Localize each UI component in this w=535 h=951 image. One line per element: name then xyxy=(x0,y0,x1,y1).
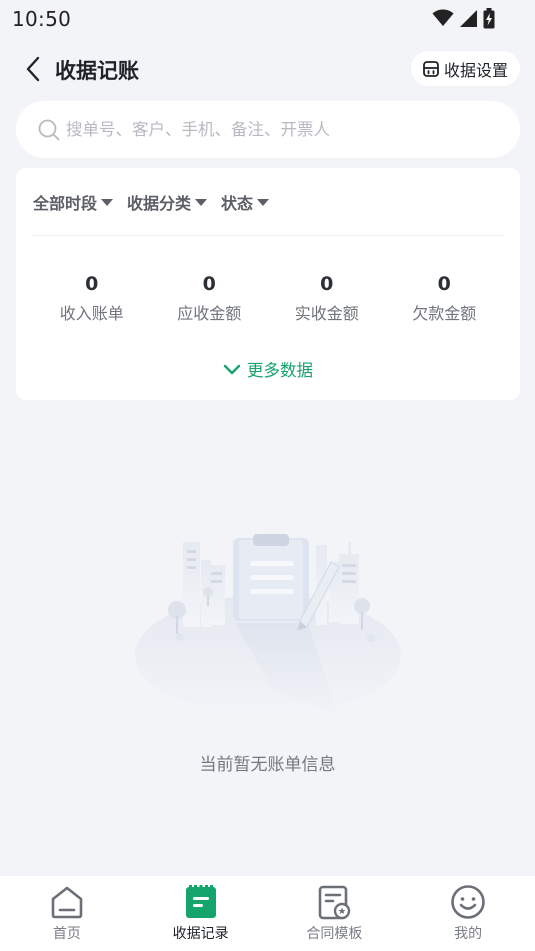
status-bar: 10:50 xyxy=(0,0,535,38)
filter-category-dropdown[interactable]: 收据分类 xyxy=(127,190,208,214)
nav-label: 我的 xyxy=(454,926,483,942)
search-bar[interactable] xyxy=(16,101,520,158)
stat-label: 收入账单 xyxy=(59,304,124,323)
stat-arrears: 0 欠款金额 xyxy=(386,272,504,324)
page-title: 收据记账 xyxy=(55,59,139,83)
app-header: 收据记账 收据设置 xyxy=(0,42,535,96)
caret-down-icon xyxy=(257,198,270,206)
stat-value: 0 xyxy=(320,273,334,295)
nav-label: 合同模板 xyxy=(306,926,363,942)
profile-icon xyxy=(451,885,485,919)
filter-period-label: 全部时段 xyxy=(33,194,98,213)
filter-period-dropdown[interactable]: 全部时段 xyxy=(33,190,114,214)
more-data-label: 更多数据 xyxy=(247,361,313,380)
stat-value: 0 xyxy=(437,273,451,295)
stats-row: 0 收入账单 0 应收金额 0 实收金额 0 欠款金额 xyxy=(33,272,503,324)
stat-receivable: 0 应收金额 xyxy=(151,272,269,324)
settings-icon xyxy=(423,60,439,77)
status-icons xyxy=(432,7,495,29)
receipt-settings-label: 收据设置 xyxy=(443,60,508,80)
stat-label: 欠款金额 xyxy=(412,304,477,323)
empty-state-message: 当前暂无账单信息 xyxy=(199,755,336,775)
nav-item-contract-templates[interactable]: 合同模板 xyxy=(268,876,402,951)
receipt-record-icon xyxy=(185,885,216,918)
empty-state-illustration xyxy=(135,534,401,715)
bottom-navigation: 首页 收据记录 合同模板 我的 xyxy=(0,876,535,951)
signal-icon xyxy=(460,9,477,27)
stat-value: 0 xyxy=(202,273,216,295)
stat-value: 0 xyxy=(85,273,99,295)
nav-label: 首页 xyxy=(52,926,81,942)
filter-category-label: 收据分类 xyxy=(127,194,192,213)
battery-charging-icon xyxy=(483,7,495,28)
search-input[interactable] xyxy=(66,120,486,139)
filter-bar: 全部时段 收据分类 状态 xyxy=(33,190,270,214)
filter-status-label: 状态 xyxy=(221,194,254,213)
receipt-settings-button[interactable]: 收据设置 xyxy=(410,51,520,86)
filter-status-dropdown[interactable]: 状态 xyxy=(221,190,270,214)
divider xyxy=(33,235,503,236)
stat-income-bills: 0 收入账单 xyxy=(33,272,151,324)
status-time: 10:50 xyxy=(12,7,72,31)
nav-item-home[interactable]: 首页 xyxy=(0,876,134,951)
caret-down-icon xyxy=(101,198,114,206)
nav-item-receipt-records[interactable]: 收据记录 xyxy=(134,876,268,951)
wifi-icon xyxy=(432,9,454,26)
home-icon xyxy=(51,886,83,919)
nav-label: 收据记录 xyxy=(172,926,229,942)
back-button[interactable] xyxy=(18,54,48,84)
caret-down-icon xyxy=(195,198,208,206)
receipt-bookkeeping-page: 10:50 收据记账 收据设置 搜单号、客户、手机、备注、开票人 全部时段 收据… xyxy=(0,0,535,951)
stat-received: 0 实收金额 xyxy=(268,272,386,324)
stat-label: 应收金额 xyxy=(177,304,242,323)
chevron-down-icon xyxy=(223,364,241,374)
chevron-left-icon xyxy=(26,56,40,82)
stat-label: 实收金额 xyxy=(294,304,359,323)
summary-card: 全部时段 收据分类 状态 0 收入账单 0 应收金额 0 实收金额 0 欠款金额… xyxy=(16,168,520,400)
search-icon xyxy=(38,119,60,140)
more-data-button[interactable]: 更多数据 xyxy=(16,357,520,381)
nav-item-profile[interactable]: 我的 xyxy=(401,876,535,951)
contract-template-icon xyxy=(319,885,351,920)
